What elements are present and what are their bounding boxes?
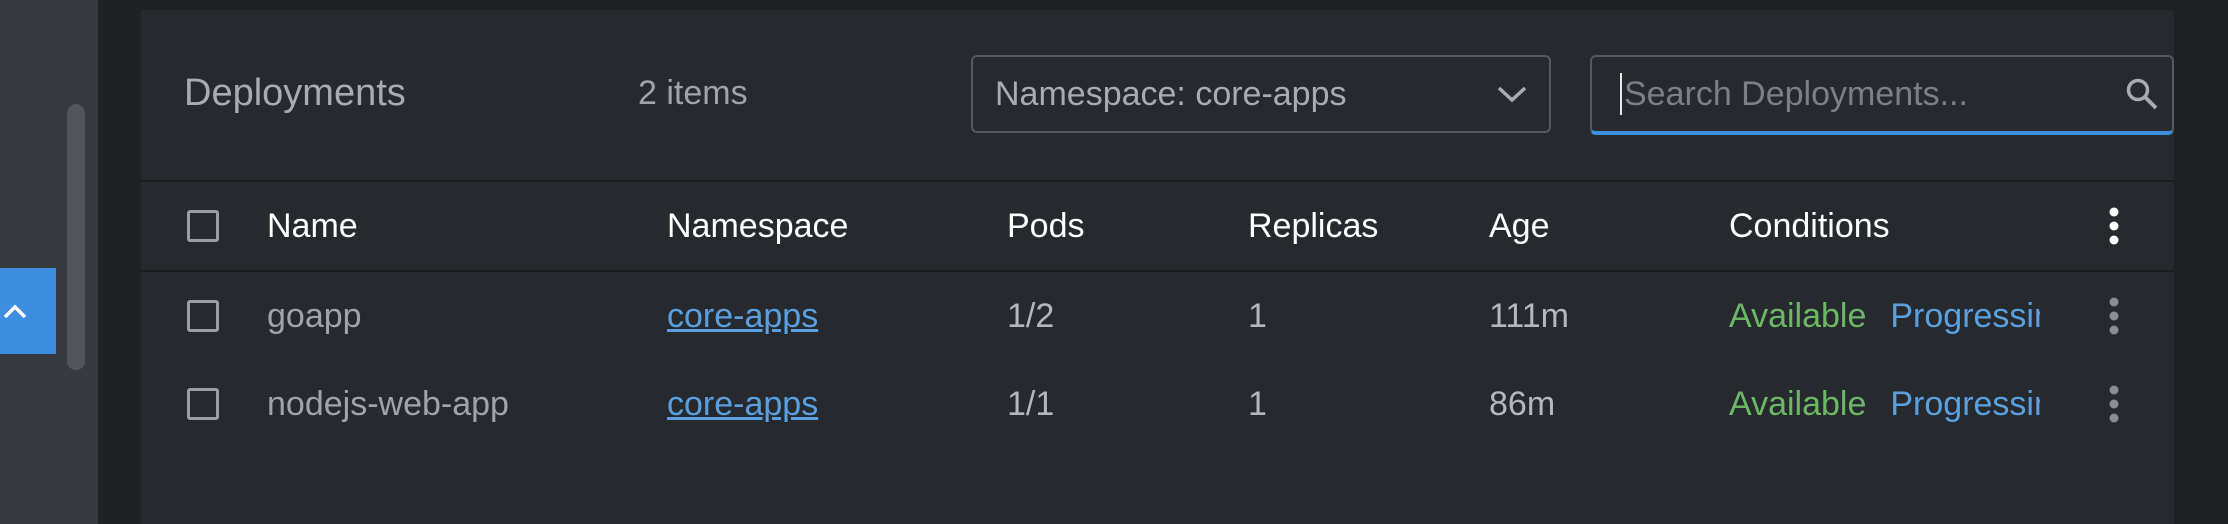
namespace-cell: core-apps [667, 272, 818, 360]
deployment-name: nodejs-web-app [267, 384, 509, 423]
search-button[interactable] [2112, 77, 2172, 111]
namespace-select-value: Namespace: core-apps [995, 74, 1347, 113]
namespace-select[interactable]: Namespace: core-apps [971, 55, 1551, 133]
column-header-age[interactable]: Age [1489, 182, 1550, 270]
more-vertical-icon [2109, 297, 2119, 335]
sidebar [0, 0, 98, 524]
deployments-panel: Deployments 2 items Namespace: core-apps… [141, 10, 2174, 524]
columns-menu-button[interactable] [2103, 182, 2125, 270]
chevron-up-icon [3, 304, 27, 319]
condition-available: Available [1729, 384, 1867, 423]
column-header-pods[interactable]: Pods [1007, 182, 1085, 270]
row-menu-button[interactable] [2103, 360, 2125, 448]
namespace-cell: core-apps [667, 360, 818, 448]
page-gutter [98, 0, 140, 524]
row-menu-button[interactable] [2103, 272, 2125, 360]
search-box [1590, 55, 2174, 135]
pods-value: 1/1 [1007, 384, 1055, 423]
row-checkbox[interactable] [187, 300, 219, 332]
table-row[interactable]: nodejs-web-app core-apps 1/1 1 86m Avail… [141, 360, 2174, 448]
table-row[interactable]: goapp core-apps 1/2 1 111m Available Pro… [141, 272, 2174, 360]
namespace-link[interactable]: core-apps [667, 385, 818, 424]
deployment-name: goapp [267, 296, 362, 335]
sidebar-collapse-button[interactable] [0, 268, 56, 354]
chevron-down-icon [1497, 86, 1527, 103]
column-header-conditions[interactable]: Conditions [1729, 182, 1890, 270]
table-header: Name Namespace Pods Replicas Age Conditi… [141, 180, 2174, 272]
more-vertical-icon [2109, 207, 2119, 245]
select-all-checkbox[interactable] [187, 210, 219, 242]
row-checkbox[interactable] [187, 388, 219, 420]
namespace-link[interactable]: core-apps [667, 297, 818, 336]
replicas-value: 1 [1248, 296, 1267, 335]
conditions-cell: Available Progressing [1729, 360, 2040, 448]
column-header-replicas[interactable]: Replicas [1248, 182, 1378, 270]
deployments-table: Name Namespace Pods Replicas Age Conditi… [141, 180, 2174, 448]
condition-available: Available [1729, 296, 1867, 335]
page-title: Deployments [184, 72, 406, 114]
toolbar: Deployments 2 items Namespace: core-apps [141, 10, 2174, 180]
condition-progressing: Progressing [1890, 384, 2040, 423]
sidebar-scrollbar[interactable] [67, 104, 85, 370]
conditions-cell: Available Progressing [1729, 272, 2040, 360]
search-icon [2126, 78, 2158, 110]
more-vertical-icon [2109, 385, 2119, 423]
condition-progressing: Progressing [1890, 296, 2040, 335]
replicas-value: 1 [1248, 384, 1267, 423]
search-input[interactable] [1620, 73, 2112, 115]
column-header-name[interactable]: Name [267, 182, 358, 270]
age-value: 86m [1489, 384, 1556, 423]
column-header-namespace[interactable]: Namespace [667, 182, 848, 270]
pods-value: 1/2 [1007, 296, 1055, 335]
item-count: 2 items [638, 74, 748, 112]
age-value: 111m [1489, 296, 1570, 335]
